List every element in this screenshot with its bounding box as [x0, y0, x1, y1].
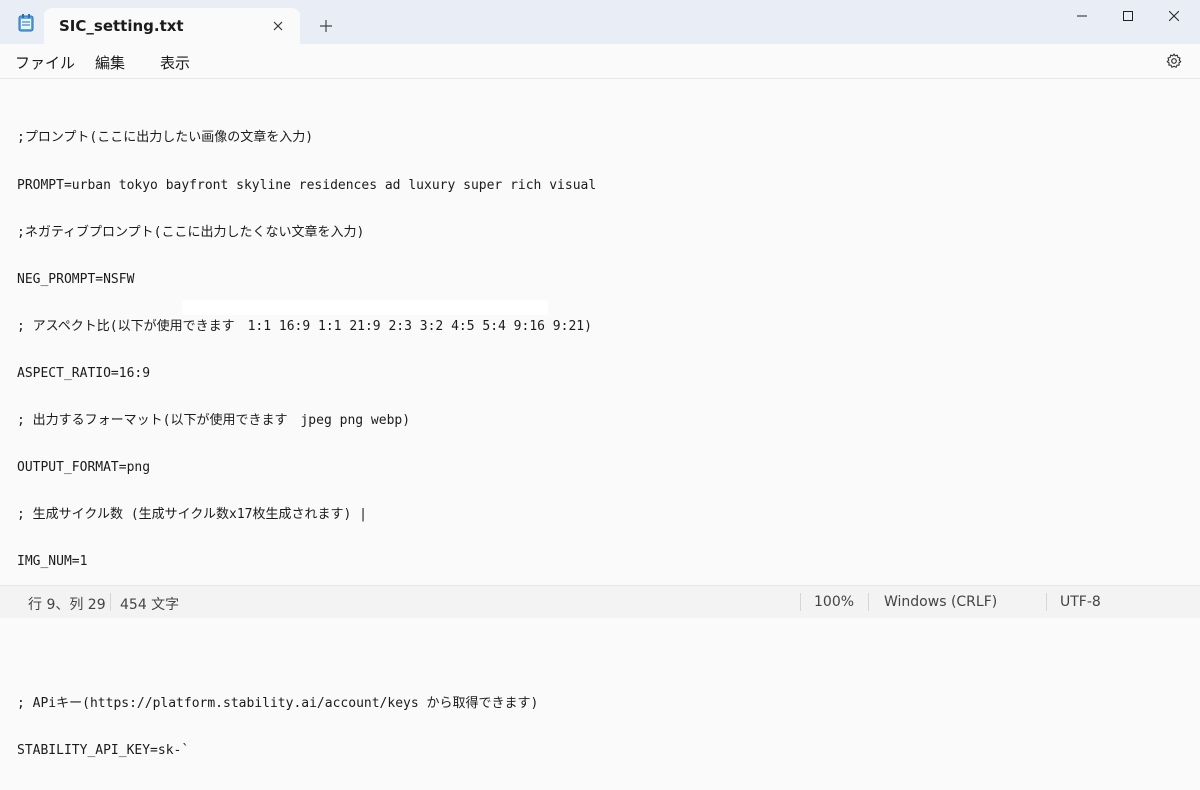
editor-line: STABILITY_API_KEY=sk-`	[17, 742, 190, 758]
window-close-button[interactable]	[1151, 0, 1197, 32]
zoom-level[interactable]: 100%	[814, 594, 854, 610]
text-editor[interactable]: ;プロンプト(ここに出力したい画像の文章を入力) PROMPT=urban to…	[0, 79, 1200, 758]
editor-line: ; APiキー(https://platform.stability.ai/ac…	[17, 695, 539, 711]
minimize-icon	[1077, 15, 1087, 17]
tab-document[interactable]: SIC_setting.txt	[44, 8, 300, 44]
encoding[interactable]: UTF-8	[1060, 594, 1101, 610]
menu-file[interactable]: ファイル	[15, 52, 75, 73]
status-divider	[800, 593, 801, 611]
gear-icon	[1166, 53, 1182, 68]
tab-title: SIC_setting.txt	[59, 17, 184, 35]
menu-edit[interactable]: 編集	[95, 52, 125, 73]
menu-view[interactable]: 表示	[160, 52, 190, 73]
editor-line: ;プロンプト(ここに出力したい画像の文章を入力)	[17, 130, 314, 146]
maximize-button[interactable]	[1105, 0, 1151, 32]
editor-line: NEG_PROMPT=NSFW	[17, 271, 135, 287]
redacted-api-key	[182, 300, 548, 315]
close-icon	[273, 21, 283, 31]
editor-line: IMG_NUM=1	[17, 554, 88, 570]
minimize-button[interactable]	[1059, 0, 1105, 32]
status-bar: 行 9、列 29 454 文字 100% Windows (CRLF) UTF-…	[0, 585, 1200, 618]
status-divider	[868, 593, 869, 611]
status-divider	[110, 593, 111, 611]
cursor-position: 行 9、列 29	[28, 597, 106, 613]
line-ending[interactable]: Windows (CRLF)	[884, 594, 997, 610]
editor-line: ;ネガティブプロンプト(ここに出力したくない文章を入力)	[17, 224, 365, 240]
title-bar: SIC_setting.txt	[0, 0, 1200, 44]
editor-line: PROMPT=urban tokyo bayfront skyline resi…	[17, 177, 597, 193]
editor-line: ; 出力するフォーマット(以下が使用できます jpeg png webp)	[17, 412, 411, 428]
editor-line: ASPECT_RATIO=16:9	[17, 365, 151, 381]
maximize-icon	[1123, 11, 1133, 21]
editor-line: ; 生成サイクル数 (生成サイクル数x17枚生成されます) |	[17, 507, 367, 523]
tab-close-button[interactable]	[268, 16, 288, 36]
status-divider	[1046, 593, 1047, 611]
character-count: 454 文字	[120, 597, 180, 613]
plus-icon	[320, 20, 332, 32]
close-icon	[1169, 11, 1179, 21]
editor-line: OUTPUT_FORMAT=png	[17, 460, 151, 476]
menu-bar: ファイル 編集 表示	[0, 44, 1200, 79]
notepad-icon	[18, 14, 34, 32]
settings-button[interactable]	[1164, 51, 1184, 71]
new-tab-button[interactable]	[316, 16, 336, 36]
editor-lines: ;プロンプト(ここに出力したい画像の文章を入力) PROMPT=urban to…	[17, 99, 596, 790]
editor-line: ; アスペクト比(以下が使用できます 1:1 16:9 1:1 21:9 2:3…	[17, 318, 592, 334]
